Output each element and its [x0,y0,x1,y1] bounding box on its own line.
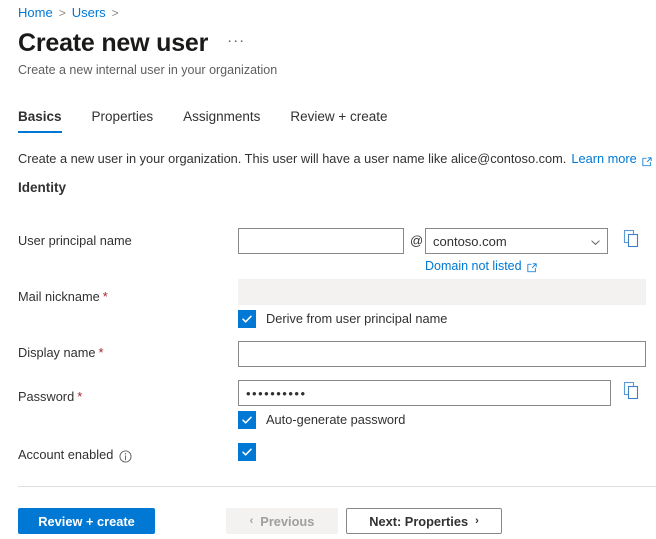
label-password-text: Password [18,389,75,404]
password-input[interactable] [238,380,611,406]
page-title: Create new user [18,29,209,57]
breadcrumb: Home > Users > [18,4,125,22]
derive-from-upn-label: Derive from user principal name [266,311,448,326]
domain-select[interactable]: contoso.com [425,228,608,254]
chevron-left-icon: ‹ [249,515,254,527]
page-subtitle: Create a new internal user in your organ… [18,63,278,77]
intro-description: Create a new user in your organization. … [18,150,652,167]
tab-properties[interactable]: Properties [92,108,154,133]
breadcrumb-item-users[interactable]: Users [72,4,106,22]
tab-assignments[interactable]: Assignments [183,108,260,133]
label-display-name-text: Display name [18,345,96,360]
label-user-principal-name: User principal name [18,233,132,249]
breadcrumb-item-home[interactable]: Home [18,4,53,22]
derive-from-upn-checkbox[interactable] [238,310,256,328]
external-link-icon [642,154,652,166]
copy-user-principal-name-button[interactable] [623,229,641,249]
tab-basics[interactable]: Basics [18,108,62,133]
label-mail-nickname: Mail nickname * [18,289,108,305]
learn-more-link[interactable]: Learn more [571,150,652,167]
mail-nickname-input[interactable] [238,279,646,305]
chevron-right-icon: › [475,515,479,527]
learn-more-label: Learn more [571,151,637,166]
auto-generate-password-checkbox[interactable] [238,411,256,429]
tab-bar: Basics Properties Assignments Review + c… [18,103,418,133]
section-heading-identity: Identity [18,180,67,195]
account-enabled-checkbox-row[interactable] [238,443,256,461]
at-sign: @ [410,233,424,248]
required-marker: * [77,389,83,404]
required-marker: * [102,289,108,304]
label-display-name: Display name * [18,345,104,361]
breadcrumb-separator-trailing: > [111,6,119,20]
label-mail-nickname-text: Mail nickname [18,289,100,304]
auto-generate-password-label: Auto-generate password [266,412,406,427]
intro-text: Create a new user in your organization. … [18,151,567,166]
previous-button[interactable]: ‹ Previous [226,508,338,534]
account-enabled-checkbox[interactable] [238,443,256,461]
domain-not-listed-link[interactable]: Domain not listed [425,258,537,274]
next-properties-label: Next: Properties [369,513,469,529]
auto-generate-password-checkbox-row[interactable]: Auto-generate password [238,411,405,429]
domain-not-listed-label: Domain not listed [425,259,522,273]
external-link-icon [526,261,537,273]
breadcrumb-separator: > [58,6,66,20]
label-user-principal-name-text: User principal name [18,233,132,248]
chevron-down-icon [590,236,601,247]
previous-label: Previous [260,513,315,529]
footer-divider [18,486,656,487]
label-password: Password * [18,389,82,405]
user-principal-name-input[interactable] [238,228,404,254]
derive-from-upn-checkbox-row[interactable]: Derive from user principal name [238,310,447,328]
required-marker: * [98,345,104,360]
review-create-label: Review + create [38,513,135,529]
domain-select-value: contoso.com [433,233,507,249]
more-options-button[interactable]: ··· [224,31,248,55]
review-create-button[interactable]: Review + create [18,508,155,534]
page-header: Create new user ··· [18,28,248,58]
copy-password-button[interactable] [623,381,641,401]
footer-actions: Review + create ‹ Previous Next: Propert… [0,508,656,538]
label-account-enabled: Account enabled [18,447,132,463]
tab-review-create[interactable]: Review + create [290,108,387,133]
label-account-enabled-text: Account enabled [18,447,114,462]
info-icon[interactable] [119,449,132,463]
next-properties-button[interactable]: Next: Properties › [346,508,502,534]
display-name-input[interactable] [238,341,646,367]
